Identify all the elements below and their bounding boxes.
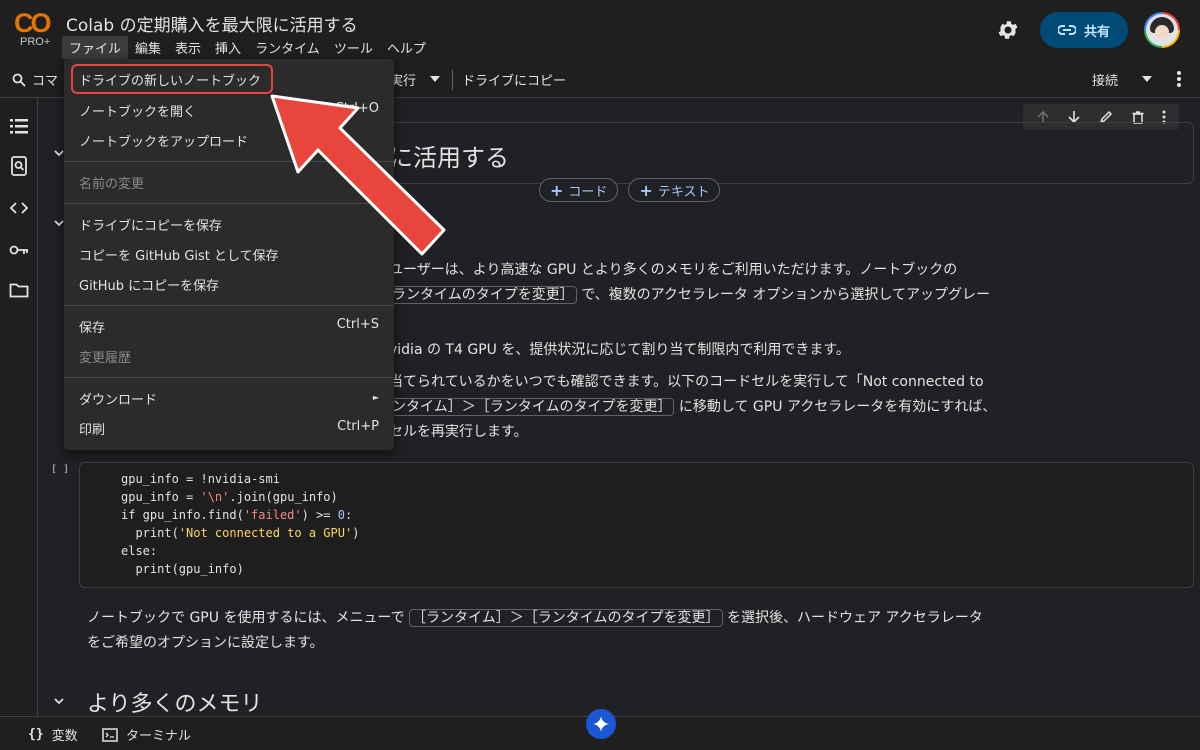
- chevron-down-icon[interactable]: [430, 76, 440, 82]
- text-paragraph: ンタイム］＞［ランタイムのタイプを変更］ に移動して GPU アクセラレータを有…: [389, 395, 996, 420]
- code-line: gpu_info = !nvidia-smi: [121, 472, 280, 486]
- collapse-section-chevron-icon[interactable]: [52, 694, 66, 708]
- shortcut-text: Ctrl+S: [336, 317, 379, 332]
- toolbar-divider: [452, 70, 453, 90]
- files-folder-icon[interactable]: [9, 280, 29, 300]
- text-paragraph: ユーザーは、より高速な GPU とより多くのメモリをご利用いただけます。ノートブ…: [389, 262, 958, 278]
- command-palette-button[interactable]: コマ: [12, 70, 58, 89]
- submenu-arrow-icon: ►: [372, 393, 379, 402]
- plus-icon: +: [550, 180, 564, 200]
- code-line: print('Not connected to a GPU'): [121, 526, 360, 540]
- command-label: コマ: [32, 74, 59, 89]
- text-paragraph: をご希望のオプションに設定します。: [87, 635, 324, 651]
- code-editor[interactable]: gpu_info = !nvidia-smi gpu_info = '\n'.jo…: [121, 470, 359, 578]
- share-button[interactable]: 共有: [1040, 12, 1128, 48]
- menu-path-chip: ［ランタイム］＞［ランタイムのタイプを変更］: [409, 609, 723, 627]
- menu-item-save[interactable]: 保存 Ctrl+S: [64, 311, 394, 341]
- add-code-cell-button[interactable]: + コード: [539, 178, 619, 202]
- red-annotation-arrow-icon: [270, 94, 446, 256]
- plus-icon: +: [639, 180, 653, 200]
- menu-help[interactable]: ヘルプ: [380, 36, 433, 59]
- menu-edit[interactable]: 編集: [128, 36, 168, 59]
- settings-gear-icon[interactable]: [996, 18, 1020, 42]
- user-avatar[interactable]: [1144, 12, 1180, 48]
- notebook-title[interactable]: Colab の定期購入を最大限に活用する: [66, 11, 358, 36]
- menu-view[interactable]: 表示: [168, 36, 208, 59]
- chevron-down-icon[interactable]: [1142, 76, 1152, 82]
- menu-path-chip: ンタイム］＞［ランタイムのタイプを変更］: [389, 398, 675, 416]
- app-header: CO PRO+ Colab の定期購入を最大限に活用する ファイル 編集 表示 …: [0, 0, 1200, 60]
- text-paragraph: 当てられているかをいつでも確認できます。以下のコードセルを実行して「Not co…: [389, 374, 984, 390]
- menu-divider: [64, 377, 394, 378]
- code-line: print(gpu_info): [121, 562, 244, 576]
- menu-item-save-copy-to-github[interactable]: GitHub にコピーを保存: [64, 269, 394, 299]
- menu-tools[interactable]: ツール: [327, 36, 380, 59]
- braces-icon: {}: [28, 727, 44, 742]
- menu-path-chip: ランタイムのタイプを変更］: [389, 286, 577, 304]
- sparkle-icon: [593, 716, 609, 732]
- run-cell-marker[interactable]: [ ]: [51, 464, 69, 475]
- text-paragraph: ノートブックで GPU を使用するには、メニューで ［ランタイム］＞［ランタイム…: [87, 609, 983, 627]
- link-icon: [1057, 25, 1076, 35]
- menu-runtime[interactable]: ランタイム: [248, 36, 327, 59]
- text-paragraph: vidia の T4 GPU を、提供状況に応じて割り当て制限内で利用できます。: [389, 342, 850, 358]
- shortcut-text: Ctrl+P: [337, 419, 379, 434]
- search-icon: [12, 73, 26, 87]
- menu-item-print[interactable]: 印刷 Ctrl+P: [64, 413, 394, 443]
- menu-item-revision-history: 変更履歴: [79, 351, 132, 366]
- left-side-rail: [0, 98, 38, 716]
- menu-item-download[interactable]: ダウンロード ►: [64, 383, 394, 413]
- add-cell-buttons: + コード + テキスト: [539, 178, 721, 202]
- find-replace-icon[interactable]: [9, 156, 29, 176]
- menu-file[interactable]: ファイル: [62, 36, 129, 59]
- text-paragraph: ランタイムのタイプを変更］ で、複数のアクセラレータ オプションから選択してアッ…: [389, 283, 990, 308]
- add-text-cell-button[interactable]: + テキスト: [628, 178, 721, 202]
- terminal-icon: [102, 727, 118, 742]
- more-vert-icon[interactable]: [1176, 70, 1182, 88]
- gemini-sparkle-button[interactable]: [586, 709, 616, 739]
- menu-insert[interactable]: 挿入: [208, 36, 248, 59]
- code-line: else:: [121, 544, 158, 558]
- copy-to-drive-button[interactable]: ドライブにコピー: [462, 70, 566, 89]
- code-line: if gpu_info.find('failed') >= 0:: [121, 508, 353, 522]
- menu-bar: ファイル 編集 表示 挿入 ランタイム ツール ヘルプ: [62, 36, 433, 59]
- secrets-key-icon[interactable]: [9, 240, 29, 260]
- section-heading: より多くのメモリ: [87, 692, 263, 716]
- variables-button[interactable]: {} 変数: [28, 725, 78, 744]
- menu-divider: [64, 305, 394, 306]
- pro-plus-badge: PRO+: [20, 36, 51, 48]
- code-line: gpu_info = '\n'.join(gpu_info): [121, 490, 338, 504]
- table-of-contents-icon[interactable]: [9, 116, 29, 136]
- connect-button[interactable]: 接続: [1092, 70, 1118, 89]
- terminal-button[interactable]: ターミナル: [102, 725, 191, 744]
- share-label: 共有: [1083, 24, 1110, 40]
- colab-logo[interactable]: CO PRO+: [12, 8, 56, 52]
- code-snippets-icon[interactable]: [9, 198, 29, 218]
- logo-text: CO: [14, 8, 51, 38]
- text-paragraph: セルを再実行します。: [389, 424, 528, 440]
